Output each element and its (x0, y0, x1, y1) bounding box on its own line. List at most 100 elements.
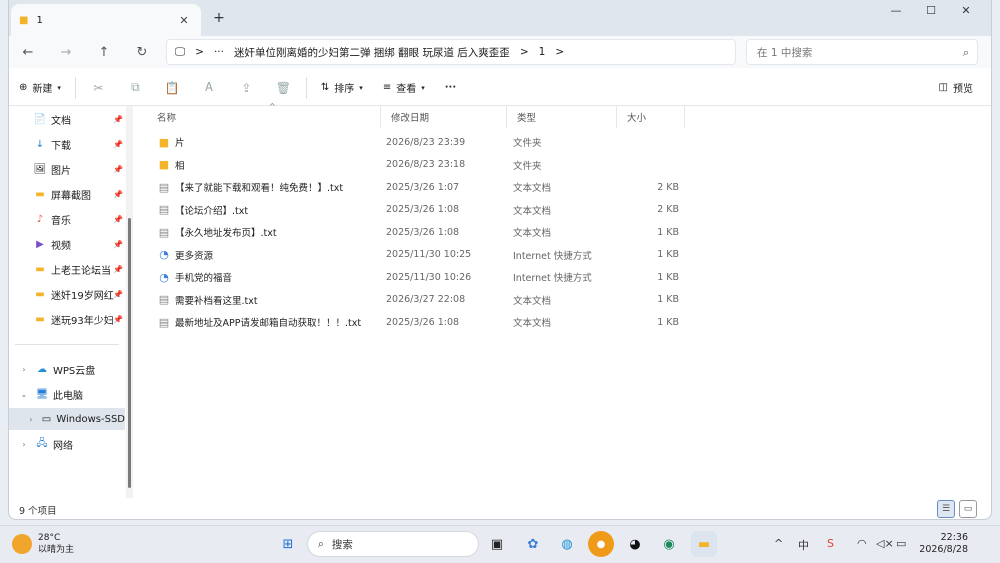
copilot-icon[interactable]: ✿ (520, 531, 546, 557)
file-date: 2025/3/26 1:08 (386, 204, 460, 215)
column-header-date[interactable]: 修改日期 (381, 106, 507, 128)
chevron-down-icon: ▾ (421, 83, 425, 92)
table-row[interactable]: ▤ 最新地址及APP请发邮箱自动获取！！！.txt 2025/3/26 1:08 文本… (133, 311, 733, 333)
table-row[interactable]: ■ 片 2026/8/23 23:39 文件夹 (133, 131, 733, 153)
breadcrumb-separator[interactable]: > (195, 46, 204, 58)
sidebar-item-folder[interactable]: ▬ 迷奸19岁网红 📌 (9, 283, 125, 305)
delete-icon[interactable]: 🗑 (265, 81, 302, 95)
address-bar[interactable]: 🖵 > ··· 迷奸单位刚离婚的少妇第二弹 捆绑 翻眼 玩尿道 后入爽歪歪 > … (166, 39, 736, 65)
text-file-icon: ▤ (158, 203, 170, 216)
time: 22:36 (940, 532, 968, 543)
preview-button[interactable]: ◫ 预览 (939, 80, 973, 95)
paste-icon[interactable]: 📋 (154, 81, 191, 95)
table-row[interactable]: ◔ 更多资源 2025/11/30 10:25 Internet 快捷方式 1 KB (133, 244, 733, 266)
chevron-right-icon[interactable]: › (17, 440, 31, 449)
qq-icon[interactable]: ◕ (622, 531, 648, 557)
sidebar-item-label: Windows-SSD (56, 413, 125, 425)
breadcrumb-current[interactable]: 1 (539, 46, 546, 58)
divider (15, 344, 119, 345)
sidebar-item-music[interactable]: ♪ 音乐 📌 (9, 208, 125, 230)
copy-icon[interactable]: ⧉ (117, 80, 154, 95)
volume-icon[interactable]: ◁× (876, 537, 894, 550)
chevron-right-icon[interactable]: › (17, 365, 31, 374)
sidebar-item-network[interactable]: › 🖧 网络 (9, 433, 125, 455)
clock[interactable]: 22:36 2026/8/28 (919, 532, 968, 556)
wps-tray-icon[interactable]: S (827, 537, 834, 550)
app-icon[interactable]: ● (588, 531, 614, 557)
back-button[interactable]: ← (9, 45, 47, 60)
new-button[interactable]: ⊕ 新建 ▾ (9, 80, 71, 95)
ime-indicator[interactable]: 中 (798, 537, 809, 553)
taskbar-search[interactable]: ⌕ 搜索 (307, 531, 479, 557)
sort-arrow-icon: ^ (269, 102, 276, 111)
wifi-icon[interactable]: ◠ (857, 537, 867, 550)
file-explorer-icon[interactable]: ▬ (691, 531, 717, 557)
sidebar-item-documents[interactable]: 📄 文档 📌 (9, 108, 125, 130)
folder-icon: ▬ (35, 288, 45, 300)
search-input[interactable]: 在 1 中搜索 ⌕ (746, 39, 978, 65)
table-row[interactable]: ▤ 【永久地址发布页】.txt 2025/3/26 1:08 文本文档 1 KB (133, 221, 733, 243)
cut-icon[interactable]: ✂ (80, 81, 117, 95)
weather-widget[interactable]: 28°C 以晴为主 (12, 532, 74, 556)
breadcrumb-folder[interactable]: 迷奸单位刚离婚的少妇第二弹 捆绑 翻眼 玩尿道 后入爽歪歪 (234, 45, 510, 60)
sidebar-item-wps-cloud[interactable]: › ☁ WPS云盘 (9, 358, 125, 380)
sidebar-item-label: 音乐 (51, 215, 71, 227)
tab-1[interactable]: ■ 1 ✕ (11, 4, 201, 36)
table-row[interactable]: ■ 相 2026/8/23 23:18 文件夹 (133, 154, 733, 176)
sidebar-item-windows-ssd[interactable]: › ▭ Windows-SSD (9, 408, 125, 430)
column-header-type[interactable]: 类型 (507, 106, 617, 128)
cloud-icon: ☁ (37, 363, 47, 375)
up-button[interactable]: ↑ (85, 45, 123, 60)
sort-button[interactable]: ⇅ 排序 ▾ (311, 80, 373, 95)
sidebar-item-this-pc[interactable]: ⌄ 🖥 此电脑 (9, 383, 125, 405)
tab-close-icon[interactable]: ✕ (175, 14, 193, 27)
edge-icon[interactable]: ◉ (656, 531, 682, 557)
column-header-name[interactable]: 名称 (147, 106, 381, 128)
sidebar-item-folder[interactable]: ▬ 上老王论坛当 📌 (9, 258, 125, 280)
tray-overflow-icon[interactable]: ^ (774, 537, 783, 550)
search-placeholder: 在 1 中搜索 (757, 46, 813, 59)
details-view-icon[interactable]: ☰ (937, 500, 955, 518)
refresh-button[interactable]: ↻ (123, 45, 161, 60)
scrollbar-thumb[interactable] (128, 218, 131, 488)
breadcrumb-separator[interactable]: > (520, 46, 529, 58)
file-name: 片 (175, 138, 185, 149)
breadcrumb-separator[interactable]: > (555, 46, 564, 58)
sidebar-item-screenshots[interactable]: ▬ 屏幕截图 📌 (9, 183, 125, 205)
sidebar-item-label: 迷玩93年少妇 (51, 315, 114, 327)
music-icon: ♪ (36, 213, 44, 225)
breadcrumb-ellipsis[interactable]: ··· (214, 46, 224, 58)
sidebar-item-folder[interactable]: ▬ 迷玩93年少妇 📌 (9, 308, 125, 330)
view-button[interactable]: ≡ 查看 ▾ (373, 80, 435, 95)
file-size: 2 KB (657, 181, 679, 193)
table-row[interactable]: ▤ 需要补档看这里.txt 2026/3/27 22:08 文本文档 1 KB (133, 289, 733, 311)
start-icon[interactable]: ⊞ (275, 531, 301, 557)
internet-shortcut-icon: ◔ (159, 248, 169, 261)
share-icon[interactable]: ⇪ (228, 81, 265, 95)
minimize-button[interactable]: — (879, 4, 913, 20)
chevron-down-icon[interactable]: ⌄ (17, 390, 31, 399)
sidebar-item-label: WPS云盘 (53, 365, 96, 377)
sidebar-item-label: 迷奸19岁网红 (51, 290, 114, 302)
more-button[interactable]: ··· (435, 82, 466, 93)
maximize-button[interactable]: ☐ (914, 4, 948, 20)
task-view-icon[interactable]: ▣ (484, 531, 510, 557)
rename-icon[interactable]: Ꭺ (191, 80, 228, 95)
file-date: 2025/3/26 1:08 (386, 226, 460, 238)
column-header-size[interactable]: 大小 (617, 106, 685, 128)
new-tab-button[interactable]: + (209, 10, 229, 30)
file-size (623, 131, 679, 153)
tiles-view-icon[interactable]: ▭ (959, 500, 977, 518)
sidebar-item-downloads[interactable]: ↓ 下载 📌 (9, 133, 125, 155)
sidebar-item-pictures[interactable]: 🖼 图片 📌 (9, 158, 125, 180)
battery-icon[interactable]: ▭ (896, 537, 906, 550)
table-row[interactable]: ▤ 【来了就能下载和观看！纯免费！】.txt 2025/3/26 1:07 文本文档 2… (133, 176, 733, 198)
close-window-button[interactable]: ✕ (949, 4, 983, 20)
table-row[interactable]: ◔ 手机党的福音 2025/11/30 10:26 Internet 快捷方式 1 KB (133, 266, 733, 288)
table-row[interactable]: ▤ 【论坛介绍】.txt 2025/3/26 1:08 文本文档 2 KB (133, 199, 733, 221)
chevron-right-icon[interactable]: › (25, 415, 37, 424)
sidebar-item-videos[interactable]: ▶ 视频 📌 (9, 233, 125, 255)
browser-icon[interactable]: ◍ (554, 531, 580, 557)
sidebar-scrollbar[interactable] (126, 106, 133, 498)
forward-button[interactable]: → (47, 45, 85, 60)
